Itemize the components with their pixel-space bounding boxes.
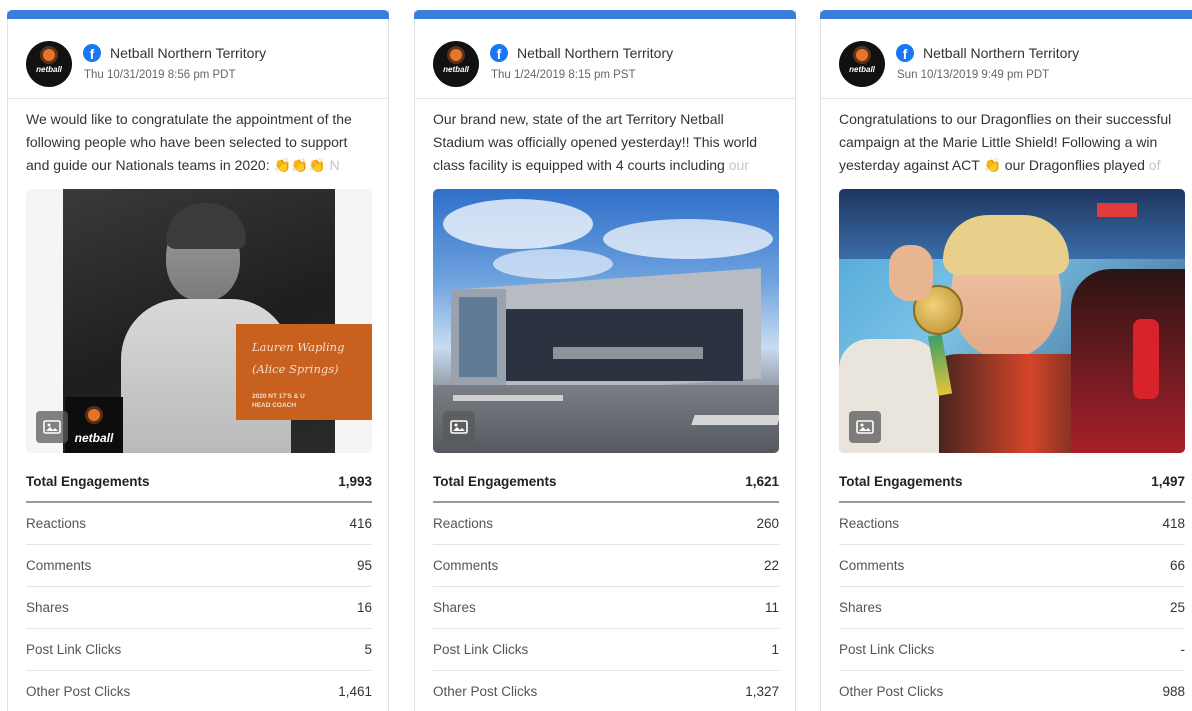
engagement-stats: Total Engagements 1,993 Reactions 416 Comm… — [26, 461, 372, 711]
page-avatar[interactable]: netball — [433, 41, 479, 87]
image-icon — [443, 411, 475, 443]
stat-row-post-link-clicks: Post Link Clicks 1 — [433, 629, 779, 671]
stat-row-shares: Shares 16 — [26, 587, 372, 629]
stat-row-shares: Shares 11 — [433, 587, 779, 629]
post-text: Our brand new, state of the art Territor… — [433, 111, 757, 173]
stat-row-other-post-clicks: Other Post Clicks 1,461 — [26, 671, 372, 711]
caption-location: (Alice Springs) — [252, 362, 339, 376]
netball-logo: netball — [65, 397, 123, 453]
page-name[interactable]: Netball Northern Territory — [923, 45, 1079, 61]
facebook-icon: f — [896, 44, 914, 62]
stat-row-post-link-clicks: Post Link Clicks 5 — [26, 629, 372, 671]
stat-row-comments: Comments 22 — [433, 545, 779, 587]
image-icon — [849, 411, 881, 443]
image-icon — [36, 411, 68, 443]
stat-row-other-post-clicks: Other Post Clicks 988 — [839, 671, 1185, 711]
facebook-icon: f — [490, 44, 508, 62]
stat-row-reactions: Reactions 260 — [433, 503, 779, 545]
stat-row-shares: Shares 25 — [839, 587, 1185, 629]
post-header: netball f Netball Northern Territory Sun… — [821, 19, 1192, 99]
page-avatar[interactable]: netball — [26, 41, 72, 87]
post-header: netball f Netball Northern Territory Thu… — [415, 19, 795, 99]
page-name[interactable]: Netball Northern Territory — [517, 45, 673, 61]
card-accent-bar — [414, 10, 796, 19]
engagement-stats: Total Engagements 1,621 Reactions 260 Comm… — [433, 461, 779, 711]
card-accent-bar — [7, 10, 389, 19]
total-engagements-row: Total Engagements 1,497 — [839, 461, 1185, 503]
post-image[interactable] — [839, 189, 1185, 453]
stat-row-post-link-clicks: Post Link Clicks - — [839, 629, 1185, 671]
post-text: Congratulations to our Dragonflies on th… — [839, 111, 1172, 173]
post-image[interactable] — [433, 189, 779, 453]
post-date: Thu 10/31/2019 8:56 pm PDT — [84, 69, 236, 81]
stat-row-comments: Comments 95 — [26, 545, 372, 587]
post-header: netball f Netball Northern Territory Thu… — [8, 19, 388, 99]
engagement-stats: Total Engagements 1,497 Reactions 418 Comm… — [839, 461, 1185, 711]
post-card[interactable]: netball f Netball Northern Territory Sun… — [820, 10, 1192, 711]
post-card[interactable]: netball f Netball Northern Territory Thu… — [7, 10, 389, 711]
card-accent-bar — [820, 10, 1192, 19]
stat-row-other-post-clicks: Other Post Clicks 1,327 — [433, 671, 779, 711]
post-text: We would like to congratulate the appoin… — [26, 111, 352, 173]
facebook-icon: f — [83, 44, 101, 62]
post-date: Sun 10/13/2019 9:49 pm PDT — [897, 69, 1050, 81]
stat-row-reactions: Reactions 418 — [839, 503, 1185, 545]
stat-row-reactions: Reactions 416 — [26, 503, 372, 545]
post-image[interactable]: Lauren Wapling (Alice Springs) 2020 NT 1… — [26, 189, 372, 453]
total-engagements-row: Total Engagements 1,993 — [26, 461, 372, 503]
caption-role: 2020 NT 17'S & U — [252, 393, 305, 400]
caption-name: Lauren Wapling — [252, 340, 345, 354]
post-date: Thu 1/24/2019 8:15 pm PST — [491, 69, 636, 81]
page-avatar[interactable]: netball — [839, 41, 885, 87]
stat-row-comments: Comments 66 — [839, 545, 1185, 587]
image-caption-box: Lauren Wapling (Alice Springs) 2020 NT 1… — [236, 324, 372, 420]
total-engagements-row: Total Engagements 1,621 — [433, 461, 779, 503]
post-card[interactable]: netball f Netball Northern Territory Thu… — [414, 10, 796, 711]
page-name[interactable]: Netball Northern Territory — [110, 45, 266, 61]
caption-role-2: HEAD COACH — [252, 402, 297, 409]
